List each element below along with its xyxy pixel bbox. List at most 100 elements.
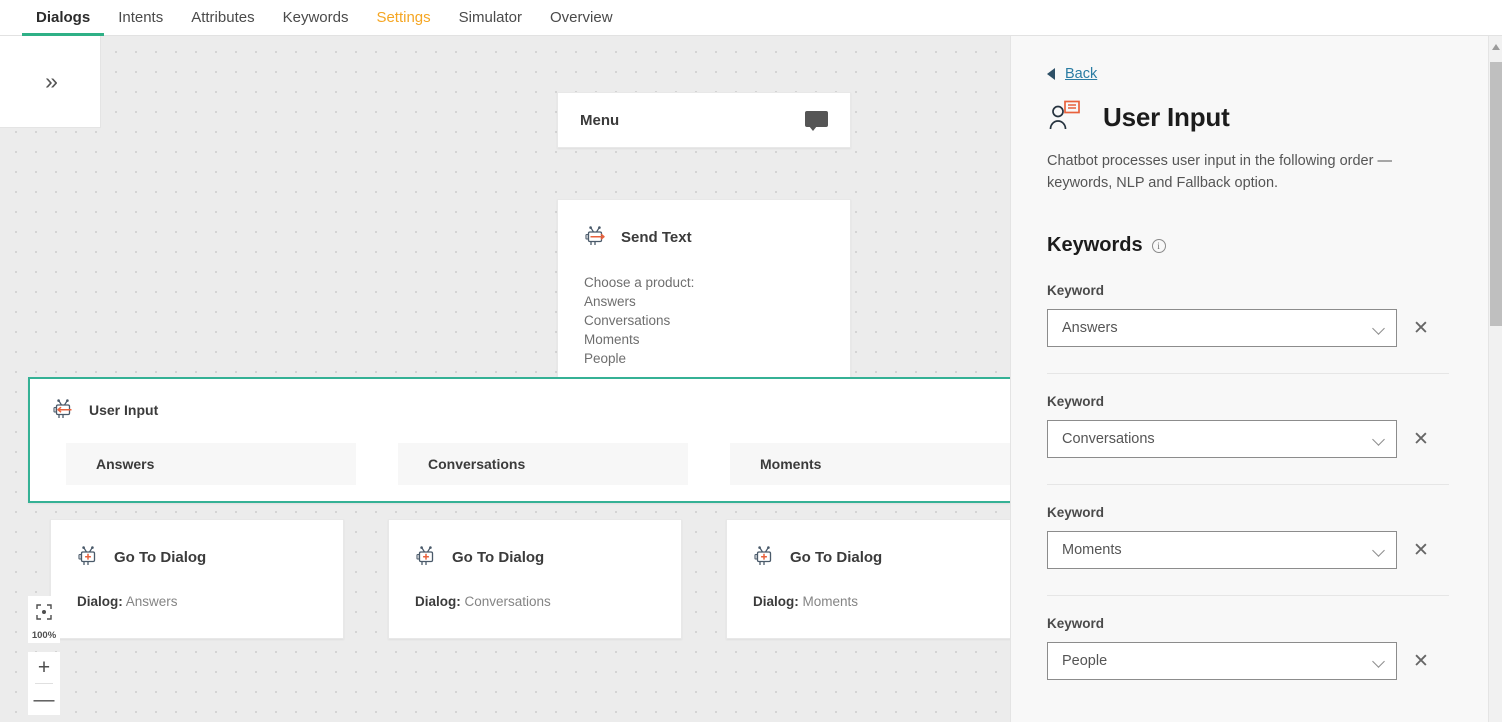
tab-label: Intents: [118, 9, 163, 26]
tab-label: Overview: [550, 9, 613, 26]
info-icon[interactable]: i: [1152, 239, 1166, 253]
remove-keyword-button[interactable]: ✕: [1413, 430, 1429, 449]
go-to-dialog-field-value: Moments: [803, 594, 859, 609]
robot-plus-icon: [753, 544, 779, 570]
robot-send-icon: [584, 224, 610, 250]
robot-receive-icon: [52, 397, 78, 423]
keywords-section-header: Keywords i: [1047, 234, 1449, 257]
chevron-down-icon: [1372, 433, 1385, 446]
node-send-text-header: Send Text: [584, 224, 824, 250]
node-go-to-dialog[interactable]: Go To Dialog Dialog: Moments: [726, 519, 1010, 639]
canvas-zoom-controls: 100% + —: [28, 596, 60, 715]
scrollbar-thumb[interactable]: [1490, 62, 1502, 326]
node-go-to-dialog-header: Go To Dialog: [415, 544, 655, 570]
tab-overview[interactable]: Overview: [536, 0, 627, 35]
go-to-dialog-field: Dialog: Moments: [753, 594, 993, 609]
panel-scrollbar[interactable]: [1488, 36, 1502, 722]
go-to-dialog-field-label: Dialog:: [415, 594, 461, 609]
node-go-to-dialog-title: Go To Dialog: [452, 549, 544, 566]
user-input-option-conversations[interactable]: Conversations: [398, 443, 688, 485]
node-go-to-dialog[interactable]: Go To Dialog Dialog: Conversations: [388, 519, 682, 639]
panel-description: Chatbot processes user input in the foll…: [1047, 150, 1451, 194]
node-menu-title: Menu: [580, 112, 619, 129]
keyword-select-value: Conversations: [1062, 431, 1155, 447]
zoom-level-label: 100%: [28, 627, 60, 643]
keyword-select-conversations[interactable]: Conversations: [1047, 420, 1397, 458]
keyword-label: Keyword: [1047, 505, 1449, 520]
remove-keyword-button[interactable]: ✕: [1413, 541, 1429, 560]
user-input-option-moments[interactable]: Moments: [730, 443, 1010, 485]
keywords-section-title: Keywords: [1047, 234, 1143, 257]
remove-keyword-button[interactable]: ✕: [1413, 319, 1429, 338]
zoom-out-button[interactable]: —: [28, 684, 60, 715]
keyword-select-answers[interactable]: Answers: [1047, 309, 1397, 347]
scroll-up-arrow-icon[interactable]: [1492, 44, 1500, 50]
plus-icon: +: [38, 657, 50, 678]
keyword-select-value: Moments: [1062, 542, 1122, 558]
user-input-option-answers[interactable]: Answers: [66, 443, 356, 485]
fit-to-screen-button[interactable]: [28, 596, 60, 627]
fit-to-screen-icon: [36, 604, 52, 620]
tab-intents[interactable]: Intents: [104, 0, 177, 35]
minus-icon: —: [34, 689, 55, 710]
tab-keywords[interactable]: Keywords: [269, 0, 363, 35]
node-go-to-dialog-header: Go To Dialog: [77, 544, 317, 570]
keyword-group: Keyword Conversations ✕: [1047, 373, 1449, 458]
node-go-to-dialog-title: Go To Dialog: [790, 549, 882, 566]
node-go-to-dialog-header: Go To Dialog: [753, 544, 993, 570]
page-title: User Input: [1103, 102, 1230, 133]
send-text-line: People: [584, 349, 824, 368]
keyword-select-value: Answers: [1062, 320, 1118, 336]
keyword-select-value: People: [1062, 653, 1107, 669]
keyword-label: Keyword: [1047, 283, 1449, 298]
keyword-select-people[interactable]: People: [1047, 642, 1397, 680]
keyword-group: Keyword People ✕: [1047, 595, 1449, 680]
tab-label: Simulator: [459, 9, 522, 26]
keyword-row: People ✕: [1047, 642, 1449, 680]
user-input-settings-panel: Back User Input Chatbot processes user i…: [1010, 36, 1502, 722]
tab-label: Settings: [376, 9, 430, 26]
tab-dialogs[interactable]: Dialogs: [22, 0, 104, 35]
send-text-line: Conversations: [584, 311, 824, 330]
go-to-dialog-field-value: Conversations: [465, 594, 551, 609]
go-to-dialog-field-label: Dialog:: [77, 594, 123, 609]
tab-simulator[interactable]: Simulator: [445, 0, 536, 35]
chevron-down-icon: [1372, 544, 1385, 557]
node-user-input[interactable]: User Input Answers Conversations Moments: [28, 377, 1010, 503]
tab-settings[interactable]: Settings: [362, 0, 444, 35]
chevron-down-icon: [1372, 322, 1385, 335]
back-arrow-icon: [1047, 68, 1055, 80]
node-send-text[interactable]: Send Text Choose a product: Answers Conv…: [557, 199, 851, 392]
node-menu[interactable]: Menu: [557, 92, 851, 148]
send-text-line: Choose a product:: [584, 273, 824, 292]
node-send-text-body: Choose a product: Answers Conversations …: [584, 273, 824, 368]
node-user-input-header: User Input: [30, 397, 1010, 423]
send-text-line: Answers: [584, 292, 824, 311]
go-to-dialog-field-label: Dialog:: [753, 594, 799, 609]
go-to-dialog-field: Dialog: Answers: [77, 594, 317, 609]
keyword-group: Keyword Moments ✕: [1047, 484, 1449, 569]
back-label: Back: [1065, 66, 1097, 82]
tab-label: Attributes: [191, 9, 254, 26]
remove-keyword-button[interactable]: ✕: [1413, 652, 1429, 671]
user-input-icon: [1047, 100, 1083, 134]
tab-attributes[interactable]: Attributes: [177, 0, 268, 35]
node-user-input-title: User Input: [89, 402, 158, 418]
zoom-in-button[interactable]: +: [28, 652, 60, 683]
keyword-select-moments[interactable]: Moments: [1047, 531, 1397, 569]
keyword-row: Answers ✕: [1047, 309, 1449, 347]
back-button[interactable]: Back: [1047, 66, 1449, 82]
go-to-dialog-field: Dialog: Conversations: [415, 594, 655, 609]
keyword-label: Keyword: [1047, 616, 1449, 631]
robot-plus-icon: [77, 544, 103, 570]
robot-plus-icon: [415, 544, 441, 570]
keyword-row: Moments ✕: [1047, 531, 1449, 569]
zoom-button-group: + —: [28, 652, 60, 715]
send-text-line: Moments: [584, 330, 824, 349]
node-go-to-dialog[interactable]: Go To Dialog Dialog: Answers: [50, 519, 344, 639]
dialog-flow-canvas[interactable]: » Menu Send Text Choose a product: Answe…: [0, 36, 1010, 722]
keyword-row: Conversations ✕: [1047, 420, 1449, 458]
expand-sidebar-button[interactable]: »: [0, 36, 101, 128]
node-go-to-dialog-title: Go To Dialog: [114, 549, 206, 566]
chat-bubble-icon: [805, 111, 828, 130]
